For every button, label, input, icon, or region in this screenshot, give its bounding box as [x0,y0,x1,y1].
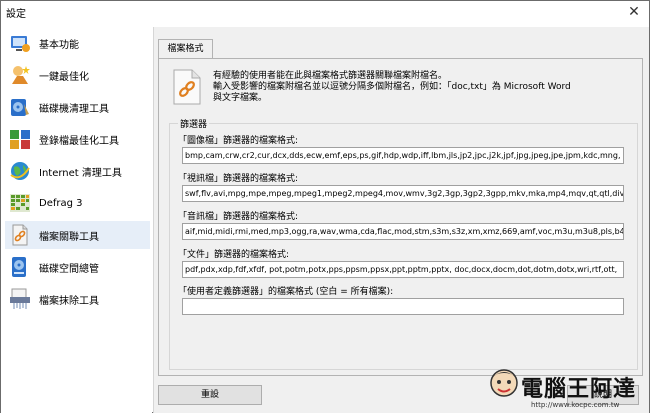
sidebar-item-one-click[interactable]: 一鍵最佳化 [5,61,150,89]
image-filter-label: 「圖像檔」篩選器的檔案格式: [178,136,299,146]
audio-filter-input[interactable]: aif,mid,midi,rmi,med,mp3,ogg,ra,wav,wma,… [182,223,624,240]
disk-space-icon [8,255,32,279]
video-filter-input[interactable]: swf,flv,avi,mpg,mpe,mpeg,mpeg1,mpeg2,mpe… [182,185,624,202]
sidebar-item-label: 檔案抹除工具 [39,295,99,307]
custom-filter-label: 「使用者定義篩選器」的檔案格式 (空白 = 所有檔案): [178,287,394,297]
file-link-icon [172,69,202,105]
content-area: 檔案格式 有經驗的使用者能在此與檔案格式篩選器關聯檔案附檔名。 輸入受影響的檔案… [153,27,649,413]
sidebar-item-file-association[interactable]: 檔案關聯工具 [5,221,150,249]
sidebar: 基本功能 一鍵最佳化 磁碟機清理工具 登錄檔最佳化工具 Internet 清理工… [1,27,152,413]
video-filter-label: 「視訊檔」篩選器的檔案格式: [178,174,299,184]
group-title: 篩選器 [178,117,210,130]
sidebar-item-file-shredder[interactable]: 檔案抹除工具 [5,285,150,313]
mascot-icon [490,369,518,397]
close-button[interactable]: ✕ [625,3,643,21]
sidebar-item-basic[interactable]: 基本功能 [5,29,150,57]
watermark-text: 電腦王阿達 [521,377,637,402]
defrag-icon [8,191,32,215]
description-text: 有經驗的使用者能在此與檔案格式篩選器關聯檔案附檔名。 輸入受影響的檔案附檔名並以… [213,71,571,103]
sidebar-item-disk-space[interactable]: 磁碟空間總管 [5,253,150,281]
shredder-icon [8,287,32,311]
sidebar-item-label: 磁碟機清理工具 [39,103,109,115]
close-icon: ✕ [628,4,640,20]
window-title: 設定 [6,9,26,20]
settings-window: 設定 ✕ 基本功能 一鍵最佳化 磁碟機清理工具 登錄檔最佳化工具 Interne… [0,0,650,413]
filters-group: 篩選器 「圖像檔」篩選器的檔案格式: bmp,cam,crw,cr2,cur,d… [169,117,638,370]
sidebar-item-label: 基本功能 [39,39,79,51]
settings-icon [8,31,32,55]
reset-button[interactable]: 重設 [158,385,262,405]
tab-file-formats[interactable]: 檔案格式 [158,39,213,59]
sidebar-item-label: Defrag 3 [39,197,83,209]
custom-filter-input[interactable] [182,298,624,315]
sidebar-item-internet[interactable]: Internet 清理工具 [5,157,150,185]
audio-filter-label: 「音訊檔」篩選器的檔案格式: [178,212,299,222]
watermark-url: http://www.kocpc.com.tw [531,401,620,409]
file-formats-panel: 有經驗的使用者能在此與檔案格式篩選器關聯檔案附檔名。 輸入受影響的檔案附檔名並以… [158,58,643,376]
file-link-icon [8,223,32,247]
sidebar-item-label: 一鍵最佳化 [39,71,89,83]
sidebar-item-label: 檔案關聯工具 [39,231,99,243]
sidebar-item-defrag[interactable]: Defrag 3 [5,189,150,217]
sidebar-item-disk-cleanup[interactable]: 磁碟機清理工具 [5,93,150,121]
disk-cleanup-icon [8,95,32,119]
image-filter-input[interactable]: bmp,cam,crw,cr2,cur,dcx,dds,ecw,emf,eps,… [182,147,624,164]
registry-icon [8,127,32,151]
magic-wand-icon [8,63,32,87]
watermark-logo: 電腦王阿達 http://www.kocpc.com.tw [487,365,647,411]
sidebar-item-label: 磁碟空間總管 [39,263,99,275]
sidebar-item-registry[interactable]: 登錄檔最佳化工具 [5,125,150,153]
document-filter-input[interactable]: pdf,pdx,xdp,fdf,xfdf, pot,potm,potx,pps,… [182,261,624,278]
sidebar-item-label: 登錄檔最佳化工具 [39,135,119,147]
document-filter-label: 「文件」篩選器的檔案格式: [178,250,290,260]
sidebar-item-label: Internet 清理工具 [39,167,122,179]
internet-icon [8,159,32,183]
title-bar: 設定 ✕ [1,1,649,23]
